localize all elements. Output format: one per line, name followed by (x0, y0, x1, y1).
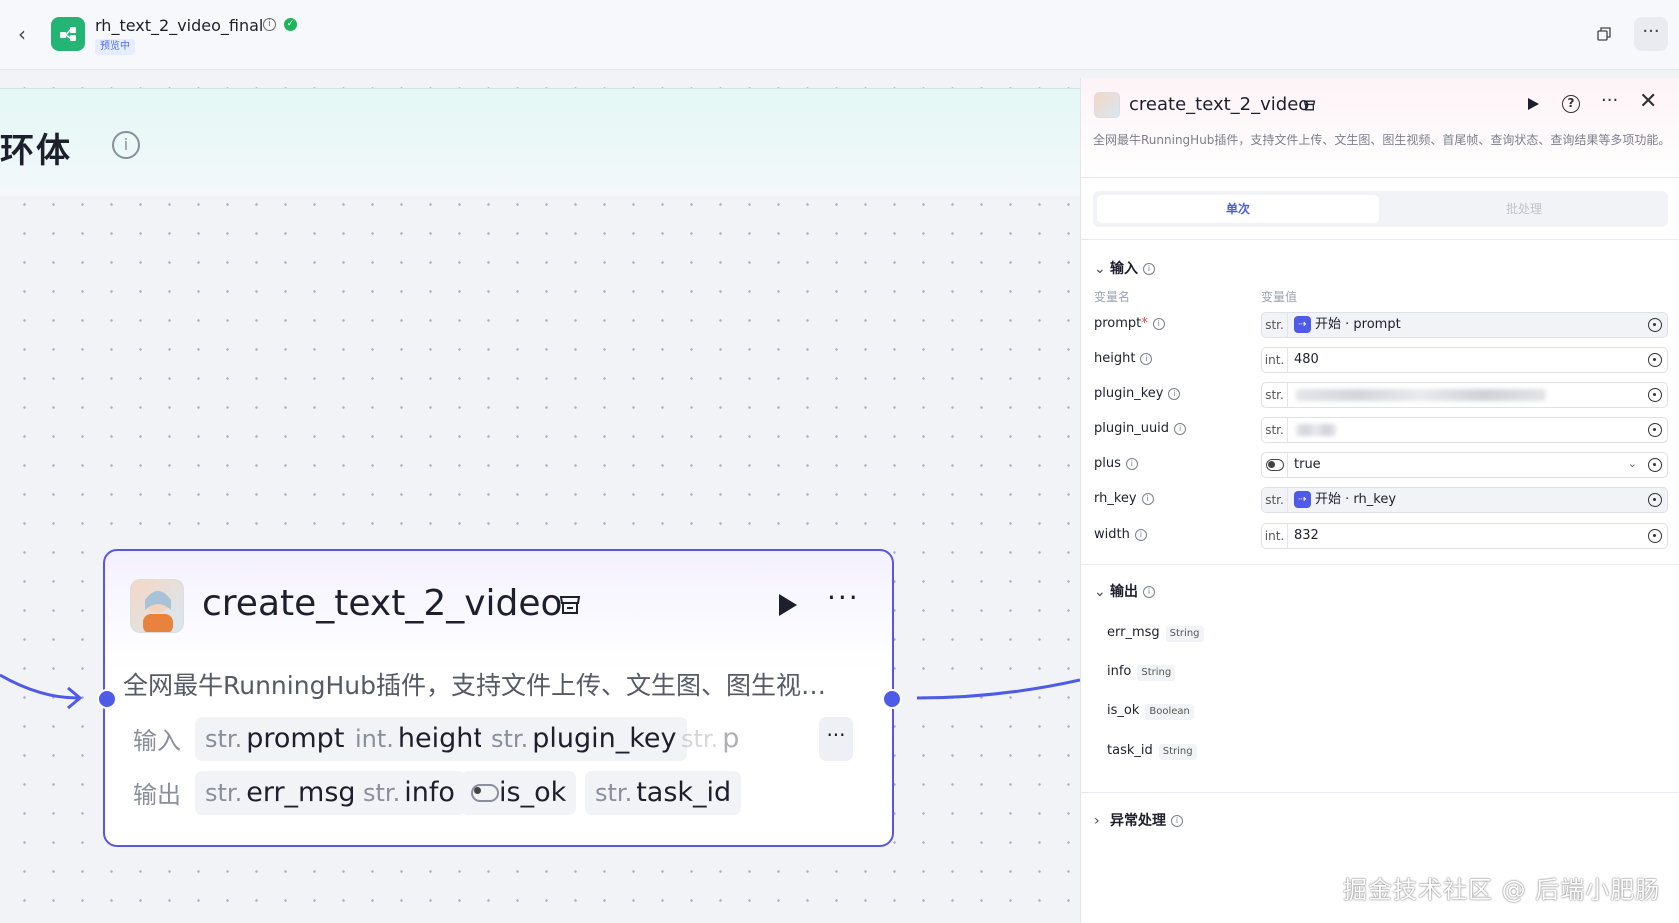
store-icon (1303, 100, 1316, 111)
chevron-down-icon: ⌄ (1094, 584, 1106, 600)
input-port[interactable] (97, 689, 117, 709)
error-divider (1081, 792, 1679, 793)
tab-batch[interactable]: 批处理 (1383, 195, 1665, 223)
info-icon: i (1171, 815, 1183, 827)
input-chip-height: int. height (345, 717, 494, 761)
app-title: rh_text_2_video_final (95, 16, 264, 35)
output-section-toggle[interactable]: ⌄ 输出 i (1094, 581, 1155, 601)
toggle-icon (471, 784, 499, 802)
plugin-avatar (130, 579, 184, 633)
output-chip-err-msg: str. err_msg (195, 771, 366, 815)
output-item: err_msg String (1107, 625, 1204, 642)
param-select-plus[interactable]: true ⌄ (1261, 452, 1668, 478)
info-icon: i (1141, 492, 1154, 505)
more-menu-button[interactable]: ··· (1634, 17, 1668, 51)
input-row-label: 输入 (133, 727, 181, 755)
input-divider (1081, 239, 1679, 240)
mode-tabs: 单次 批处理 (1093, 191, 1668, 227)
toggle-icon (1266, 459, 1284, 471)
more-inputs-button[interactable]: ··· (819, 717, 853, 761)
param-name-prompt: prompt* i (1094, 316, 1165, 331)
variable-picker-icon[interactable] (1648, 493, 1662, 507)
variable-picker-icon[interactable] (1648, 353, 1662, 367)
info-icon: i (1143, 586, 1155, 598)
node-description: 全网最牛RunningHub插件，支持文件上传、文生图、图生视… (123, 671, 826, 700)
copy-window-icon[interactable] (1596, 26, 1612, 42)
play-icon[interactable] (773, 591, 801, 619)
info-icon: i (1168, 387, 1181, 400)
chevron-left-icon[interactable]: ‹ (18, 22, 38, 46)
output-item: task_id String (1107, 743, 1197, 760)
input-chip-truncated: str. p (681, 723, 740, 754)
top-bar: ‹ rh_text_2_video_final i ✓ 预览中 ··· (0, 0, 1679, 70)
info-icon[interactable]: i (263, 18, 276, 31)
info-icon: i (1152, 317, 1165, 330)
panel-title: create_text_2_video (1129, 94, 1310, 115)
workflow-app-icon (51, 17, 85, 51)
chevron-right-icon: › (1094, 813, 1100, 829)
blurred-value (1296, 424, 1336, 436)
info-icon: i (1174, 422, 1187, 435)
param-name-plugin-key: plugin_key i (1094, 386, 1181, 401)
param-input-plugin-uuid[interactable]: str. (1261, 417, 1668, 443)
param-input-prompt[interactable]: str. ⇢ 开始 · prompt (1261, 312, 1668, 338)
chevron-down-icon: ⌄ (1094, 261, 1106, 277)
node-more-button[interactable]: ··· (827, 581, 860, 614)
chevron-down-icon: ⌄ (1627, 457, 1637, 470)
node-settings-panel: create_text_2_video ? ··· ✕ 全网最牛RunningH… (1080, 78, 1679, 923)
output-port[interactable] (882, 689, 902, 709)
param-input-rh-key[interactable]: str. ⇢ 开始 · rh_key (1261, 487, 1668, 513)
blurred-value (1296, 389, 1546, 401)
play-icon[interactable] (1525, 96, 1541, 112)
input-chip-plugin-key: str. plugin_key (481, 717, 687, 761)
input-chip-prompt: str. prompt (195, 717, 355, 761)
param-name-height: height i (1094, 351, 1153, 366)
input-section-toggle[interactable]: ⌄ 输入 i (1094, 258, 1155, 278)
error-section-toggle[interactable]: › 异常处理 i (1094, 810, 1183, 830)
plugin-avatar (1094, 92, 1120, 118)
variable-picker-icon[interactable] (1648, 529, 1662, 543)
param-input-plugin-key[interactable]: str. (1261, 382, 1668, 408)
tab-single[interactable]: 单次 (1097, 195, 1379, 223)
panel-header: create_text_2_video ? ··· ✕ 全网最牛RunningH… (1081, 78, 1679, 178)
variable-picker-icon[interactable] (1648, 388, 1662, 402)
info-icon: i (1143, 263, 1155, 275)
param-input-height[interactable]: int. 480 (1261, 347, 1668, 373)
variable-picker-icon[interactable] (1648, 423, 1662, 437)
close-icon[interactable]: ✕ (1639, 89, 1657, 114)
help-icon[interactable]: ? (1562, 95, 1580, 113)
panel-description: 全网最牛RunningHub插件，支持文件上传、文生图、图生视频、首尾帧、查询状… (1093, 133, 1671, 147)
output-item: info String (1107, 664, 1176, 681)
status-badge: 预览中 (95, 39, 135, 55)
start-node-icon: ⇢ (1294, 316, 1311, 333)
param-input-width[interactable]: int. 832 (1261, 523, 1668, 549)
info-icon: i (1140, 352, 1153, 365)
variable-picker-icon[interactable] (1648, 458, 1662, 472)
output-item: is_ok Boolean (1107, 703, 1194, 720)
info-icon: i (1134, 528, 1147, 541)
panel-more-button[interactable]: ··· (1601, 90, 1618, 111)
plugin-node[interactable]: create_text_2_video ··· 全网最牛RunningHub插件… (97, 549, 902, 847)
param-name-plus: plus i (1094, 456, 1138, 471)
variable-picker-icon[interactable] (1648, 318, 1662, 332)
output-chip-is-ok: is_ok (461, 771, 577, 815)
column-header-value: 变量值 (1261, 290, 1298, 304)
info-icon: i (1125, 457, 1138, 470)
output-chip-info: str. info (353, 771, 465, 815)
node-title: create_text_2_video (202, 583, 563, 624)
store-icon (559, 596, 581, 614)
param-name-plugin-uuid: plugin_uuid i (1094, 421, 1187, 436)
param-name-width: width i (1094, 527, 1147, 542)
column-header-name: 变量名 (1094, 290, 1131, 304)
output-chip-task-id: str. task_id (585, 771, 742, 815)
workflow-canvas[interactable]: 循环体 i create_text_2_video ··· 全网最牛Runnin… (0, 70, 1080, 923)
output-divider (1081, 564, 1679, 565)
watermark: 掘金技术社区 @ 后端小肥肠 (1343, 876, 1661, 904)
param-name-rh-key: rh_key i (1094, 491, 1154, 506)
output-row-label: 输出 (133, 781, 181, 809)
start-node-icon: ⇢ (1294, 491, 1311, 508)
check-circle-icon: ✓ (284, 18, 297, 31)
